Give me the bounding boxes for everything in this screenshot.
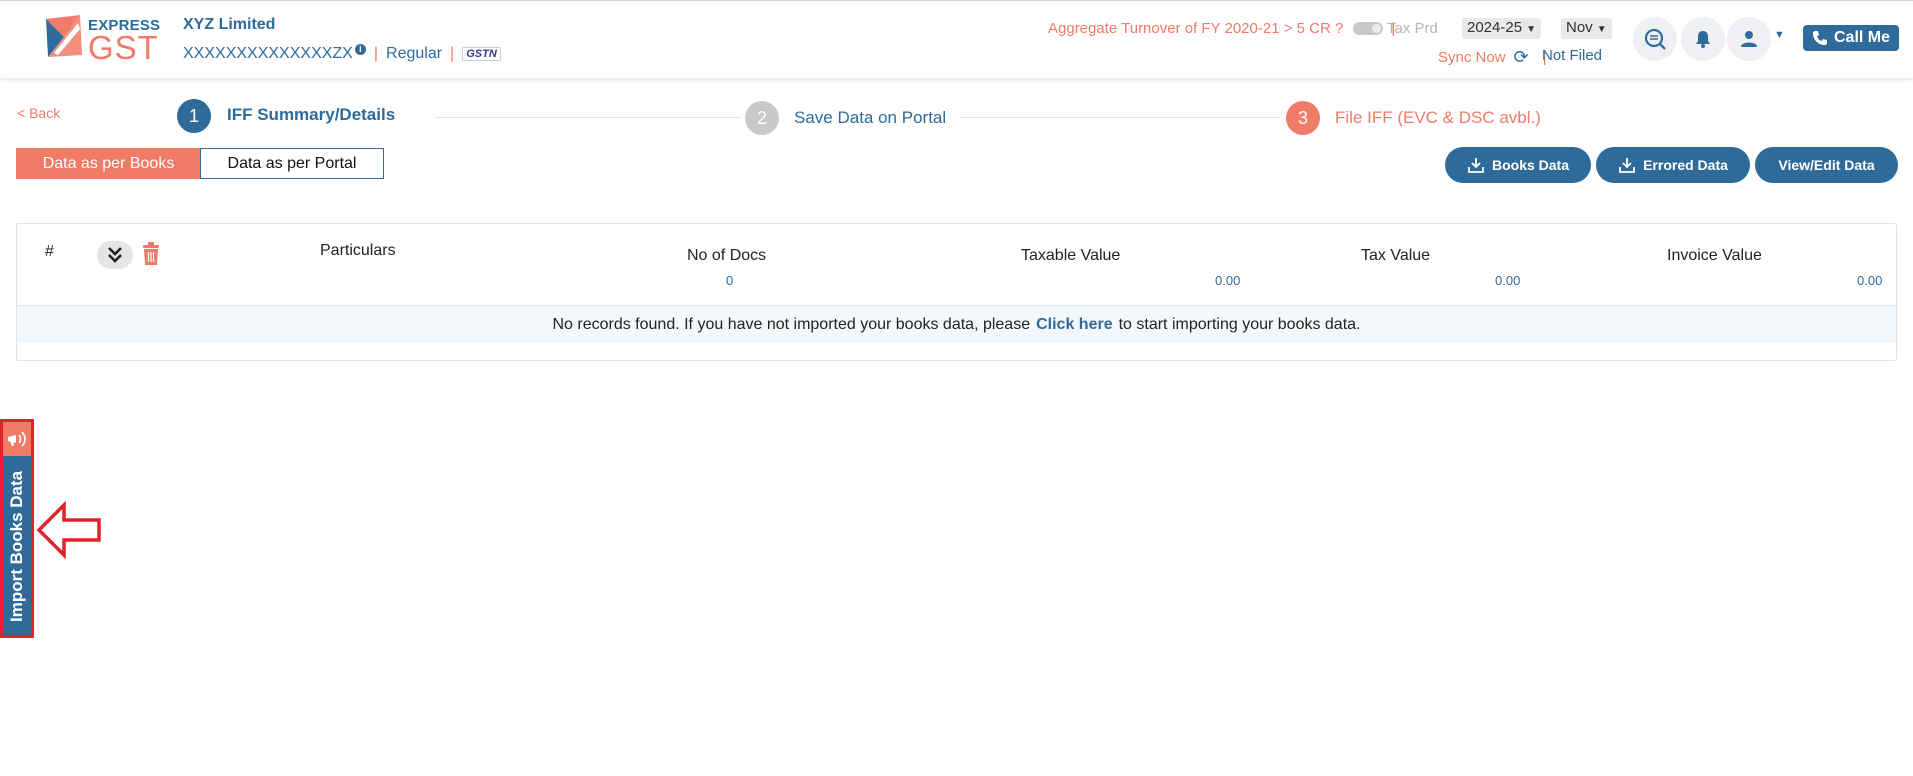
info-icon[interactable]: i — [354, 43, 366, 55]
col-particulars-header: Particulars — [320, 242, 396, 259]
year-select[interactable]: 2024-25 ▼ — [1462, 18, 1541, 39]
separator: | — [450, 45, 455, 62]
empty-text-before: No records found. If you have not import… — [552, 315, 1031, 333]
errored-data-download-button[interactable]: Errored Data — [1596, 147, 1750, 183]
summary-table: # Particulars No of Docs 0 Taxable Value… — [16, 223, 1897, 361]
books-data-label: Books Data — [1491, 157, 1570, 173]
step-2-number[interactable]: 2 — [745, 101, 779, 135]
notifications-button[interactable] — [1681, 17, 1725, 61]
bell-icon — [1696, 31, 1710, 48]
empty-text-after: to start importing your books data. — [1118, 315, 1361, 333]
filing-status: Not Filed — [1542, 47, 1603, 64]
search-doc-icon — [1644, 28, 1666, 50]
import-click-here-link[interactable]: Click here — [1036, 316, 1112, 334]
step-1-number[interactable]: 1 — [177, 99, 211, 133]
turnover-label: Aggregate Turnover of FY 2020-21 > 5 CR … — [1048, 20, 1344, 37]
tab-data-as-per-portal[interactable]: Data as per Portal — [200, 148, 384, 179]
chevron-double-down-icon — [108, 247, 122, 263]
year-value: 2024-25 — [1467, 19, 1523, 36]
books-data-download-button[interactable]: Books Data — [1445, 147, 1591, 183]
back-link[interactable]: < Back — [17, 105, 60, 121]
logo-mark-icon — [46, 15, 82, 57]
sync-now[interactable]: Sync Now ⟳ | — [1438, 47, 1555, 68]
view-edit-label: View/Edit Data — [1778, 157, 1875, 173]
gstin-value: XXXXXXXXXXXXXXZX — [183, 45, 353, 62]
refresh-icon[interactable]: ⟳ — [1514, 47, 1529, 68]
turnover-toggle[interactable] — [1353, 22, 1384, 35]
call-me-button[interactable]: Call Me — [1803, 25, 1899, 51]
col-docs-header: No of Docs — [687, 247, 767, 264]
separator: | — [373, 45, 379, 62]
total-taxable: 0.00 — [1215, 273, 1241, 288]
col-index-header: # — [45, 243, 54, 260]
phone-icon — [1812, 31, 1827, 45]
search-doc-button[interactable] — [1633, 17, 1677, 61]
step-connector — [960, 117, 1280, 118]
step-2-label[interactable]: Save Data on Portal — [794, 108, 946, 128]
call-me-label: Call Me — [1833, 29, 1890, 46]
tab-data-as-per-books[interactable]: Data as per Books — [16, 148, 201, 179]
empty-state-row: No records found. If you have not import… — [17, 306, 1896, 343]
company-name: XYZ Limited — [183, 16, 276, 33]
download-icon — [1619, 158, 1635, 173]
express-gst-logo[interactable]: EXPRESS GST — [44, 15, 160, 66]
gstn-badge-icon[interactable]: GSTN — [462, 47, 501, 61]
import-books-data-label: Import Books Data — [7, 470, 26, 622]
errored-data-label: Errored Data — [1643, 157, 1728, 173]
registration-type: Regular — [386, 45, 443, 62]
sync-label: Sync Now — [1438, 49, 1506, 66]
expand-all-button[interactable] — [97, 241, 133, 269]
total-tax: 0.00 — [1495, 273, 1521, 288]
download-icon — [1468, 158, 1484, 173]
month-select[interactable]: Nov ▼ — [1561, 18, 1612, 39]
caret-down-icon: ▼ — [1596, 24, 1607, 35]
step-1-label[interactable]: IFF Summary/Details — [227, 105, 395, 125]
gstin-row: XXXXXXXXXXXXXXZX i | Regular | GSTN — [183, 43, 501, 63]
user-caret-icon[interactable]: ▼ — [1774, 29, 1785, 41]
trash-icon[interactable] — [141, 242, 161, 266]
user-icon — [1741, 31, 1757, 47]
step-3-label[interactable]: File IFF (EVC & DSC avbl.) — [1335, 108, 1541, 128]
top-header: EXPRESS GST XYZ Limited XXXXXXXXXXXXXXZX… — [0, 0, 1913, 78]
step-3-number[interactable]: 3 — [1286, 101, 1320, 135]
turnover-toggle-row: Aggregate Turnover of FY 2020-21 > 5 CR … — [1048, 20, 1403, 37]
caret-down-icon: ▼ — [1526, 24, 1536, 35]
user-menu-button[interactable] — [1727, 17, 1771, 61]
total-docs: 0 — [726, 273, 734, 288]
import-books-data-sidetab[interactable]: Import Books Data — [0, 419, 34, 638]
col-tax-header: Tax Value — [1361, 247, 1431, 264]
arrow-left-icon — [36, 500, 101, 560]
logo-text-gst: GST — [88, 29, 159, 66]
tax-period-label: Tax Prd — [1387, 20, 1438, 37]
month-value: Nov — [1566, 19, 1593, 36]
col-invoice-header: Invoice Value — [1667, 247, 1762, 264]
step-connector — [435, 117, 741, 118]
megaphone-icon — [8, 431, 26, 447]
col-taxable-header: Taxable Value — [1021, 247, 1121, 264]
megaphone-button[interactable] — [3, 422, 31, 456]
total-invoice: 0.00 — [1857, 273, 1883, 288]
view-edit-data-button[interactable]: View/Edit Data — [1755, 147, 1898, 183]
